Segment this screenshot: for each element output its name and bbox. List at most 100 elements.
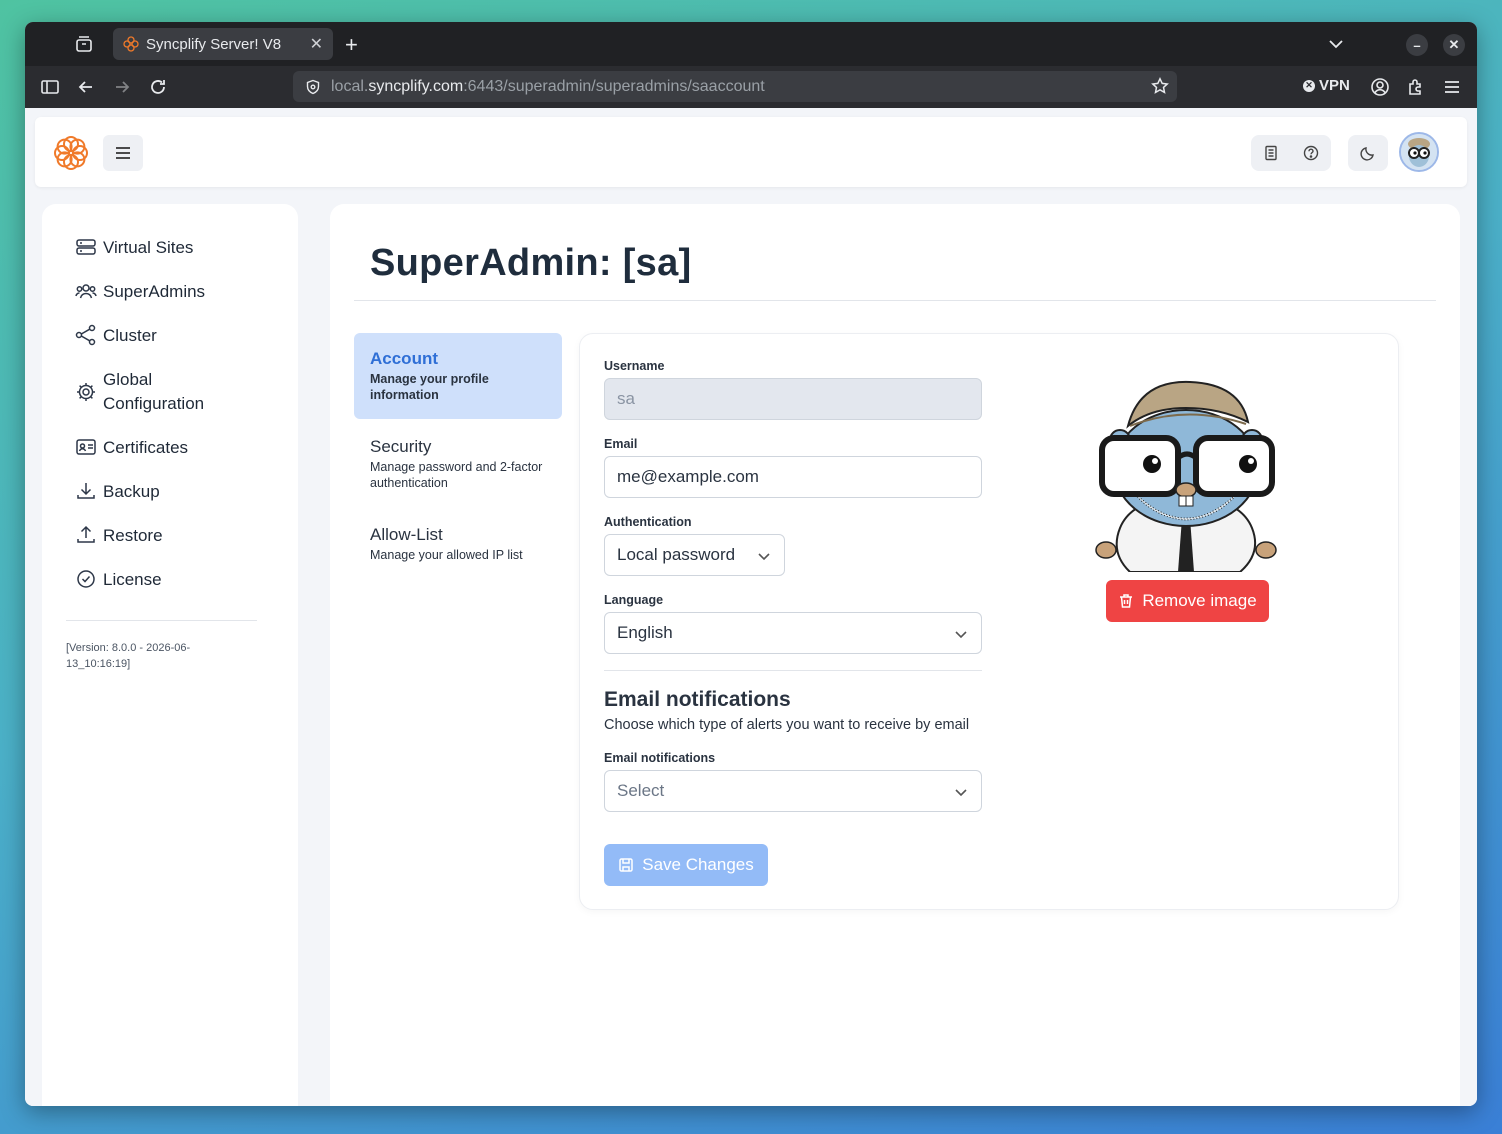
reload-icon[interactable]	[148, 77, 168, 97]
sidebar-item-label: Certificates	[103, 438, 189, 457]
upload-icon	[77, 525, 95, 543]
save-changes-label: Save Changes	[642, 855, 754, 874]
help-circle-icon[interactable]	[1303, 145, 1319, 161]
vpn-button[interactable]: ✕ VPN	[1303, 77, 1350, 94]
email-notifications-select[interactable]: Select	[604, 770, 982, 812]
url-prefix: local.	[331, 77, 369, 95]
sidebar-item-superadmins[interactable]: SuperAdmins	[75, 280, 223, 304]
sidebar-item-certificates[interactable]: Certificates	[75, 436, 223, 460]
chevron-down-icon	[758, 553, 770, 561]
username-label: Username	[604, 359, 665, 373]
tab-title: Syncplify Server! V8	[146, 35, 282, 53]
document-icon[interactable]	[1263, 145, 1279, 161]
email-field[interactable]: me@example.com	[604, 456, 982, 498]
app-area: Virtual Sites SuperAdmins Cluster Global…	[25, 108, 1477, 1106]
theme-toggle-button[interactable]	[1348, 135, 1388, 171]
server-icon	[76, 239, 96, 255]
user-avatar[interactable]	[1399, 132, 1439, 172]
email-notifications-placeholder: Select	[617, 781, 665, 800]
form-divider	[604, 670, 982, 671]
id-card-icon	[76, 439, 96, 455]
syncplify-favicon-icon	[123, 36, 139, 52]
sidebar-toggle-icon[interactable]	[40, 77, 60, 97]
subnav-desc: Manage password and 2-factor authenticat…	[370, 460, 543, 490]
tab-close-icon[interactable]: ✕	[310, 34, 323, 54]
title-divider	[354, 300, 1436, 301]
sidebar-item-label: Backup	[103, 482, 160, 501]
main-panel: SuperAdmin: [sa] Account Manage your pro…	[330, 204, 1460, 1106]
hamburger-icon	[116, 147, 130, 159]
download-icon	[77, 483, 95, 499]
save-icon	[619, 858, 633, 872]
subnav-account[interactable]: Account Manage your profile information	[354, 333, 562, 419]
sidebar-item-backup[interactable]: Backup	[75, 480, 223, 504]
sidebar-item-virtual-sites[interactable]: Virtual Sites	[75, 236, 223, 260]
sidebar-item-label: Restore	[103, 526, 163, 545]
subnav-title: Allow-List	[370, 525, 443, 544]
subnav-security[interactable]: Security Manage password and 2-factor au…	[354, 421, 562, 507]
sidebar-item-label: Cluster	[103, 326, 157, 345]
shield-icon[interactable]	[305, 79, 321, 95]
back-arrow-icon[interactable]	[76, 77, 96, 97]
authentication-label: Authentication	[604, 515, 692, 529]
browser-tab[interactable]: Syncplify Server! V8 ✕	[113, 28, 333, 60]
vpn-label: VPN	[1319, 77, 1350, 94]
hamburger-menu-button[interactable]	[103, 135, 143, 171]
authentication-select[interactable]: Local password	[604, 534, 785, 576]
gopher-avatar-image	[1095, 380, 1277, 572]
account-icon[interactable]	[1370, 77, 1390, 97]
sidebar-item-label: Global Configuration	[103, 370, 205, 413]
minimize-icon[interactable]: –	[1406, 34, 1428, 56]
url-host: syncplify.com	[368, 77, 464, 95]
extensions-icon[interactable]	[1406, 77, 1426, 97]
new-tab-icon[interactable]: +	[345, 32, 358, 58]
chevron-down-icon	[955, 789, 967, 797]
sidebar-item-global-configuration[interactable]: Global Configuration	[75, 368, 223, 416]
username-value: sa	[617, 389, 635, 408]
sidebar-item-cluster[interactable]: Cluster	[75, 324, 223, 348]
bookmark-star-icon[interactable]	[1151, 77, 1169, 95]
subnav-allow-list[interactable]: Allow-List Manage your allowed IP list	[354, 509, 562, 579]
sidebar-item-label: SuperAdmins	[103, 282, 206, 301]
email-notifications-title: Email notifications	[604, 688, 791, 711]
sidebar-item-restore[interactable]: Restore	[75, 524, 223, 548]
username-field: sa	[604, 378, 982, 420]
docs-help-group	[1251, 135, 1331, 171]
gear-icon	[77, 383, 95, 401]
menu-icon[interactable]	[1442, 77, 1462, 97]
language-value: English	[617, 623, 673, 642]
email-value: me@example.com	[617, 467, 759, 486]
syncplify-logo-icon[interactable]	[53, 135, 89, 171]
users-icon	[75, 284, 97, 299]
url-bar[interactable]: local. syncplify.com:6443/superadmin/supe…	[293, 71, 1177, 102]
page-title: SuperAdmin: [sa]	[370, 242, 692, 284]
share-icon	[75, 324, 96, 346]
forward-arrow-icon[interactable]	[112, 77, 132, 97]
trash-icon	[1120, 594, 1133, 608]
save-changes-button[interactable]: Save Changes	[604, 844, 768, 886]
avatar-gopher-icon	[1401, 134, 1437, 170]
language-label: Language	[604, 593, 664, 607]
subnav-title: Account	[370, 349, 438, 368]
close-window-icon[interactable]: ✕	[1443, 34, 1465, 56]
sidebar-item-license[interactable]: License	[75, 568, 223, 592]
navigation-bar: local. syncplify.com:6443/superadmin/supe…	[25, 66, 1477, 108]
subnav-desc: Manage your allowed IP list	[370, 548, 523, 562]
chevron-down-icon	[955, 631, 967, 639]
remove-image-button[interactable]: Remove image	[1106, 580, 1269, 622]
language-select[interactable]: English	[604, 612, 982, 654]
chevron-down-icon[interactable]	[1327, 35, 1345, 53]
sidebar: Virtual Sites SuperAdmins Cluster Global…	[42, 204, 298, 1106]
subnav-title: Security	[370, 437, 432, 456]
tab-groups-icon[interactable]	[75, 35, 93, 53]
subnav-desc: Manage your profile information	[370, 372, 489, 402]
badge-check-icon	[77, 570, 95, 588]
email-label: Email	[604, 437, 638, 451]
app-header	[35, 117, 1467, 187]
sidebar-item-label: Virtual Sites	[103, 238, 194, 257]
tab-strip: Syncplify Server! V8 ✕ + – ✕	[25, 22, 1477, 66]
moon-icon	[1360, 147, 1374, 161]
version-text: [Version: 8.0.0 - 2026-06-13_10:16:19]	[66, 642, 191, 670]
remove-image-label: Remove image	[1142, 591, 1257, 610]
url-path: :6443/superadmin/superadmins/saaccount	[463, 77, 765, 95]
